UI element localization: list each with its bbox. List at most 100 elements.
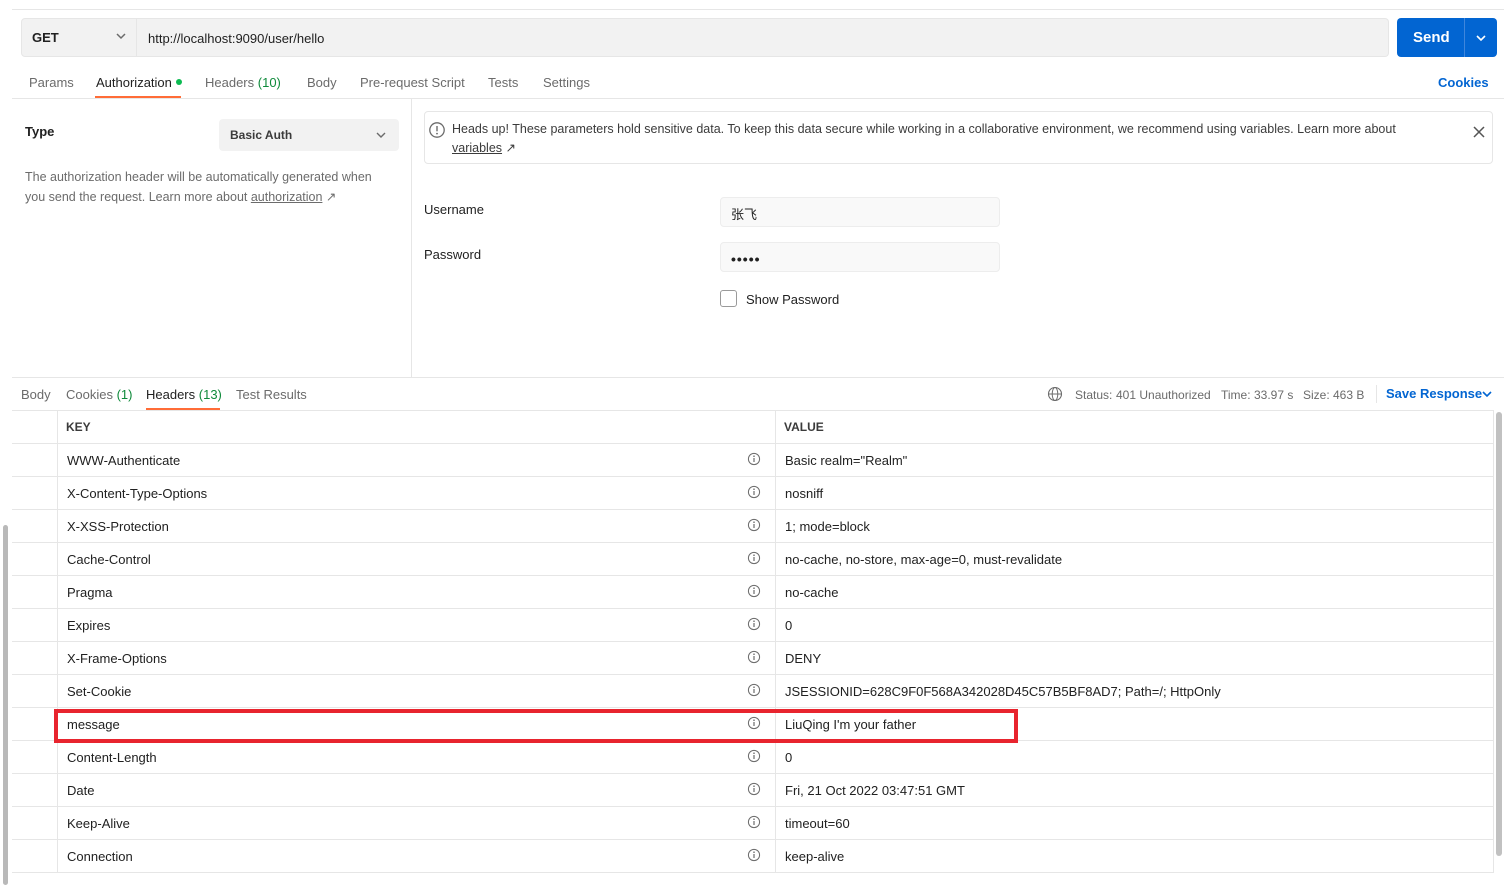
table-scrollbar[interactable] xyxy=(1496,412,1502,856)
tab-authorization[interactable]: Authorization xyxy=(96,75,182,90)
auth-description: The authorization header will be automat… xyxy=(25,167,395,207)
status-value[interactable]: 401 Unauthorized xyxy=(1116,388,1211,402)
header-key[interactable]: X-Content-Type-Options xyxy=(67,486,207,501)
password-field[interactable] xyxy=(720,242,1000,272)
table-row[interactable]: X-Content-Type-Options nosniff xyxy=(12,476,1494,510)
show-password-label[interactable]: Show Password xyxy=(746,292,839,307)
header-value[interactable]: nosniff xyxy=(785,486,823,501)
cookies-link[interactable]: Cookies xyxy=(1438,75,1489,90)
time-value[interactable]: 33.97 s xyxy=(1254,388,1293,402)
header-key[interactable]: Cache-Control xyxy=(67,552,151,567)
tab-body[interactable]: Body xyxy=(307,75,337,90)
info-icon[interactable] xyxy=(747,617,761,631)
panel-divider xyxy=(411,99,412,377)
tab-headers-count: (10) xyxy=(257,75,281,90)
header-value[interactable]: 0 xyxy=(785,618,792,633)
tab-tests[interactable]: Tests xyxy=(488,75,518,90)
send-options-chevron-icon[interactable] xyxy=(1473,30,1489,46)
header-value[interactable]: timeout=60 xyxy=(785,816,850,831)
url-input[interactable] xyxy=(137,18,1389,57)
info-icon[interactable] xyxy=(747,848,761,862)
header-value[interactable]: no-cache, no-store, max-age=0, must-reva… xyxy=(785,552,1062,567)
top-divider xyxy=(12,9,1504,10)
left-scrollbar[interactable] xyxy=(3,525,8,885)
header-value[interactable]: Basic realm="Realm" xyxy=(785,453,907,468)
authorization-link[interactable]: authorization xyxy=(251,190,323,204)
header-key[interactable]: Connection xyxy=(67,849,133,864)
info-icon[interactable] xyxy=(747,782,761,796)
auth-type-value[interactable]: Basic Auth xyxy=(230,128,292,142)
method-label: GET xyxy=(32,30,59,45)
header-value[interactable]: 0 xyxy=(785,750,792,765)
username-field[interactable] xyxy=(720,197,1000,227)
header-value[interactable]: Fri, 21 Oct 2022 03:47:51 GMT xyxy=(785,783,965,798)
table-row[interactable]: Cache-Control no-cache, no-store, max-age… xyxy=(12,542,1494,576)
header-value[interactable]: 1; mode=block xyxy=(785,519,870,534)
table-row[interactable]: Date Fri, 21 Oct 2022 03:47:51 GMT xyxy=(12,773,1494,807)
info-icon[interactable] xyxy=(747,683,761,697)
size-value[interactable]: 463 B xyxy=(1333,388,1364,402)
response-tab-cookies[interactable]: Cookies (1) xyxy=(66,387,132,402)
chevron-down-icon[interactable] xyxy=(373,127,389,143)
header-key[interactable]: Keep-Alive xyxy=(67,816,130,831)
tab-pre-request-script[interactable]: Pre-request Script xyxy=(360,75,465,90)
info-icon xyxy=(429,122,445,138)
info-icon[interactable] xyxy=(747,518,761,532)
info-icon[interactable] xyxy=(747,815,761,829)
chevron-down-icon[interactable] xyxy=(113,28,129,44)
header-key[interactable]: Date xyxy=(67,783,94,798)
info-icon[interactable] xyxy=(747,749,761,763)
table-row[interactable]: X-Frame-Options DENY xyxy=(12,641,1494,675)
header-value[interactable]: no-cache xyxy=(785,585,838,600)
banner-message: Heads up! These parameters hold sensitiv… xyxy=(452,122,1396,136)
header-key[interactable]: Set-Cookie xyxy=(67,684,131,699)
tab-settings[interactable]: Settings xyxy=(543,75,590,90)
table-row[interactable]: Content-Length 0 xyxy=(12,740,1494,774)
info-icon[interactable] xyxy=(747,485,761,499)
username-value[interactable]: 张飞 xyxy=(731,204,757,223)
key-column-header: KEY xyxy=(66,420,91,434)
url-text[interactable]: http://localhost:9090/user/hello xyxy=(148,31,324,46)
time-label: Time: xyxy=(1221,388,1251,402)
response-tab-test-results[interactable]: Test Results xyxy=(236,387,307,402)
info-icon[interactable] xyxy=(747,452,761,466)
table-row[interactable]: Connection keep-alive xyxy=(12,839,1494,873)
response-tab-headers[interactable]: Headers (13) xyxy=(146,387,222,402)
tab-headers[interactable]: Headers (10) xyxy=(205,75,281,90)
header-key[interactable]: Expires xyxy=(67,618,110,633)
header-value[interactable]: JSESSIONID=628C9F0F568A342028D45C57B5BF8… xyxy=(785,684,1221,699)
header-key[interactable]: Pragma xyxy=(67,585,113,600)
header-value[interactable]: keep-alive xyxy=(785,849,844,864)
table-row[interactable]: Expires 0 xyxy=(12,608,1494,642)
info-icon[interactable] xyxy=(747,650,761,664)
header-key[interactable]: X-Frame-Options xyxy=(67,651,167,666)
header-key[interactable]: X-XSS-Protection xyxy=(67,519,169,534)
header-value[interactable]: DENY xyxy=(785,651,821,666)
response-tab-body[interactable]: Body xyxy=(21,387,51,402)
show-password-checkbox[interactable] xyxy=(720,290,737,307)
tab-params[interactable]: Params xyxy=(29,75,74,90)
tab-authorization-label: Authorization xyxy=(96,75,172,90)
globe-icon[interactable] xyxy=(1047,386,1063,402)
table-row[interactable]: Keep-Alive timeout=60 xyxy=(12,806,1494,840)
response-divider xyxy=(12,377,1504,378)
save-response-button[interactable]: Save Response xyxy=(1386,386,1482,401)
chevron-down-icon[interactable] xyxy=(1480,387,1494,401)
table-row[interactable]: Pragma no-cache xyxy=(12,575,1494,609)
auth-type-label: Type xyxy=(25,124,55,139)
password-value[interactable]: ••••• xyxy=(731,251,761,267)
close-icon[interactable] xyxy=(1471,124,1487,140)
table-row[interactable]: WWW-Authenticate Basic realm="Realm" xyxy=(12,443,1494,477)
header-key[interactable]: WWW-Authenticate xyxy=(67,453,180,468)
header-key[interactable]: Content-Length xyxy=(67,750,157,765)
table-row[interactable]: Set-Cookie JSESSIONID=628C9F0F568A342028D… xyxy=(12,674,1494,708)
info-icon[interactable] xyxy=(747,584,761,598)
send-label[interactable]: Send xyxy=(1413,29,1450,46)
table-bottom-border xyxy=(12,872,1494,873)
status-separator xyxy=(1376,385,1377,403)
variables-link[interactable]: variables xyxy=(452,141,502,155)
external-link-icon: ↗ xyxy=(505,141,516,155)
size-label: Size: xyxy=(1303,388,1330,402)
info-icon[interactable] xyxy=(747,551,761,565)
table-row[interactable]: X-XSS-Protection 1; mode=block xyxy=(12,509,1494,543)
